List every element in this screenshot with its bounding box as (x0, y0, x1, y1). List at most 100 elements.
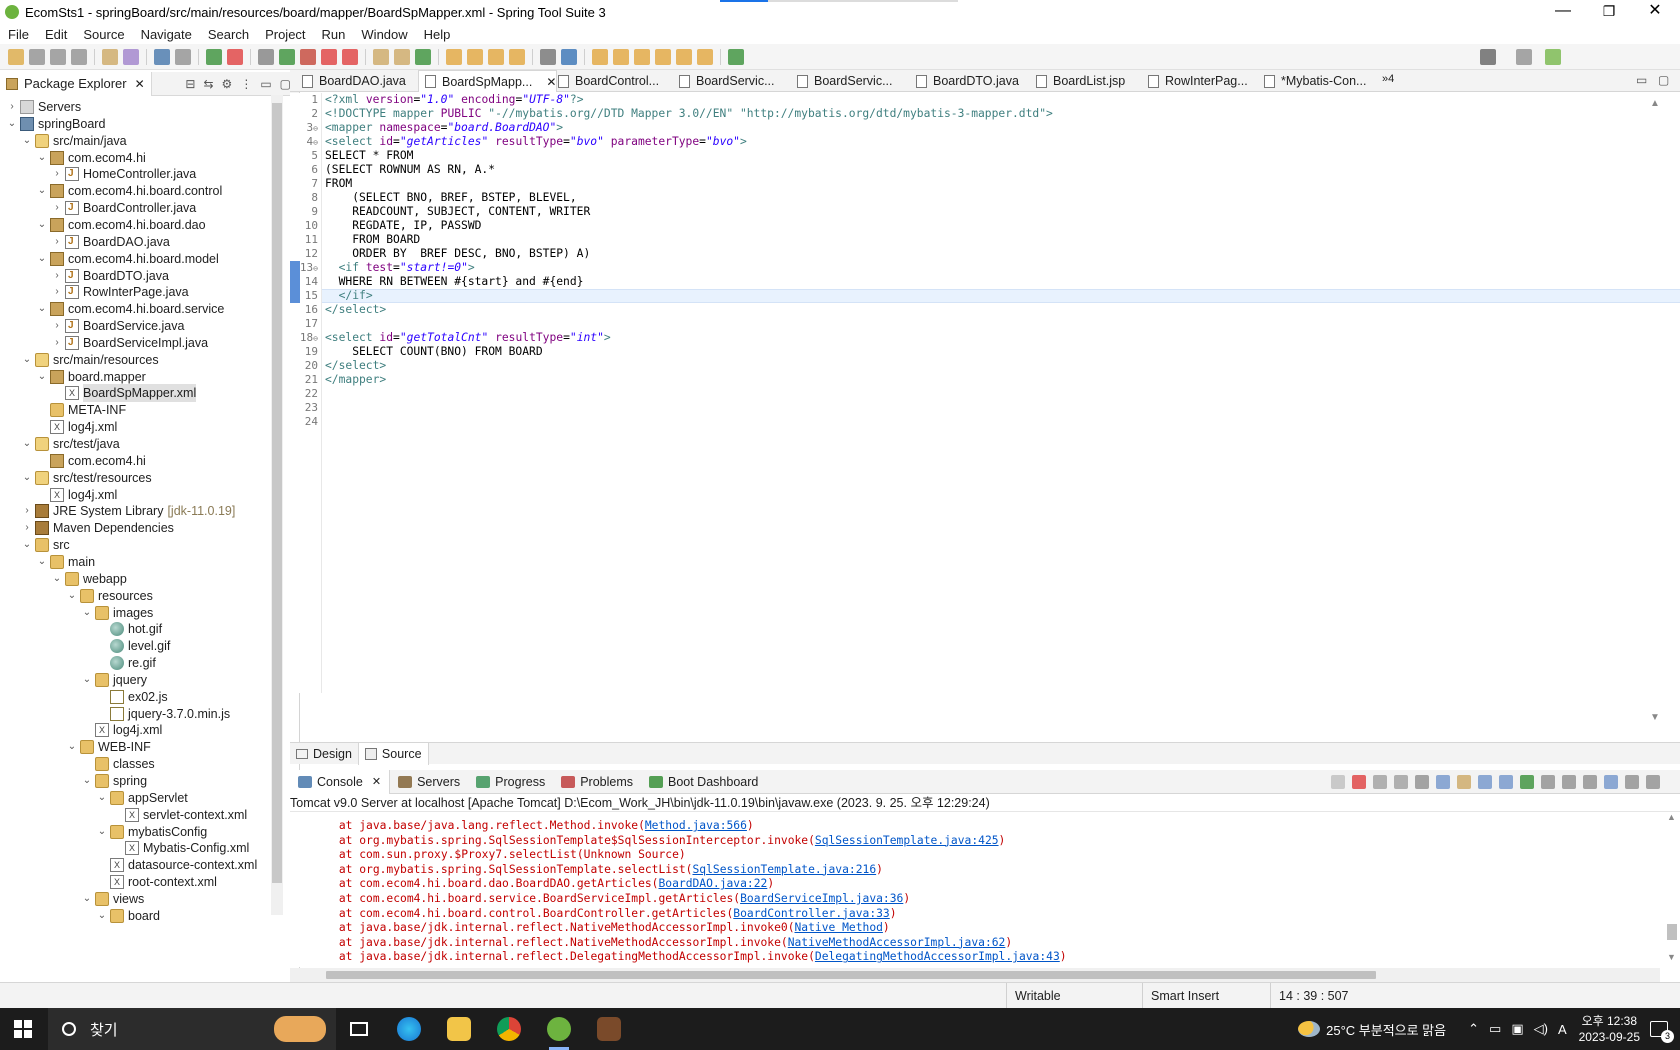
code-line[interactable]: </select> (325, 303, 386, 317)
expanded-chevron-icon[interactable]: ⌄ (96, 789, 108, 807)
tree-item[interactable]: › BoardDAO.java (51, 233, 170, 251)
code-line[interactable]: FROM (325, 177, 352, 191)
tab-source[interactable]: Source (357, 742, 429, 765)
publish-icon[interactable] (342, 48, 358, 65)
remove-launch-icon[interactable] (1373, 775, 1387, 789)
stack-frame-link[interactable]: BoardDAO.java:22 (658, 877, 767, 890)
editor-tab[interactable]: BoardServic... (673, 70, 775, 92)
expanded-chevron-icon[interactable]: ⌄ (36, 182, 48, 200)
tree-item[interactable]: com.ecom4.hi (36, 452, 146, 470)
back-icon[interactable] (655, 48, 671, 65)
print-icon[interactable] (71, 48, 87, 65)
tree-item[interactable]: level.gif (96, 637, 170, 655)
scroll-down-arrow-icon[interactable]: ▼ (1667, 952, 1676, 962)
tree-item[interactable]: log4j.xml (36, 486, 117, 504)
code-line[interactable]: </mapper> (325, 373, 386, 387)
editor-tab[interactable]: BoardList.jsp (1030, 70, 1125, 92)
start-button[interactable] (14, 1020, 32, 1038)
tree-item[interactable]: › BoardDTO.java (51, 267, 169, 285)
menu-item-run[interactable]: Run (314, 27, 354, 42)
minimize-editor-icon[interactable]: ▭ (1636, 73, 1647, 87)
save-icon[interactable] (29, 48, 45, 65)
expanded-chevron-icon[interactable]: ⌄ (81, 772, 93, 790)
collapsed-chevron-icon[interactable]: › (6, 98, 18, 116)
tab-progress[interactable]: Progress (468, 770, 553, 794)
filter-icon[interactable]: ⚙ (222, 77, 233, 91)
globe-icon[interactable] (540, 48, 556, 65)
display-icon[interactable]: ▣ (1511, 1021, 1523, 1037)
code-line[interactable]: <select id="getTotalCnt" resultType="int… (325, 331, 611, 345)
toggle-mark-icon[interactable] (446, 48, 462, 65)
prev-edit-icon[interactable] (613, 48, 629, 65)
tab-design[interactable]: Design (290, 743, 358, 765)
scroll-lock-icon[interactable] (1436, 775, 1450, 789)
view-menu-icon[interactable]: ⋮ (240, 77, 252, 91)
chevron-up-icon[interactable]: ⌃ (1468, 1021, 1479, 1037)
code-line[interactable]: <!DOCTYPE mapper PUBLIC "-//mybatis.org/… (325, 107, 1053, 121)
code-line[interactable]: </if> (325, 289, 373, 303)
editor-tab[interactable]: *Mybatis-Con... (1258, 70, 1366, 92)
code-line[interactable]: WHERE RN BETWEEN #{start} and #{end} (325, 275, 584, 289)
expanded-chevron-icon[interactable]: ⌄ (81, 890, 93, 908)
tree-item[interactable]: ⌄ jquery (81, 671, 147, 689)
run-config-icon[interactable] (300, 48, 316, 65)
expanded-chevron-icon[interactable]: ⌄ (36, 216, 48, 234)
fold-toggle-icon[interactable]: ⊖ (313, 138, 318, 147)
task-view-button[interactable] (336, 1008, 382, 1050)
minimize-view-icon[interactable] (1625, 775, 1639, 789)
xml-editor[interactable]: 1 2 3⊖ 4⊖ 5 6 7 8 9 10 11 12 13⊖ 14 15 16 17 18⊖ 19 20 21 22 2… (290, 93, 1680, 693)
expanded-chevron-icon[interactable]: ⌄ (81, 671, 93, 689)
refresh-icon[interactable] (415, 48, 431, 65)
tree-item[interactable]: › Maven Dependencies (21, 519, 174, 537)
expanded-chevron-icon[interactable]: ⌄ (21, 351, 33, 369)
word-wrap-icon[interactable] (1457, 775, 1471, 789)
tree-item[interactable]: › BoardServiceImpl.java (51, 334, 208, 352)
menu-item-help[interactable]: Help (416, 27, 459, 42)
next-annotation-icon[interactable] (509, 48, 525, 65)
code-line[interactable]: (SELECT ROWNUM AS RN, A.* (325, 163, 495, 177)
collapsed-chevron-icon[interactable]: › (21, 519, 33, 537)
tree-item[interactable]: › Servers (6, 98, 81, 116)
run-boot-icon[interactable] (206, 48, 222, 65)
tree-item[interactable]: ⌄ com.ecom4.hi (36, 149, 146, 167)
console-hscrollbar[interactable] (290, 968, 1660, 982)
collapsed-chevron-icon[interactable]: › (51, 233, 63, 251)
volume-icon[interactable]: ◁) (1534, 1021, 1548, 1037)
tree-item[interactable]: ⌄ mybatisConfig (96, 823, 207, 841)
sts-app[interactable] (536, 1008, 582, 1050)
menu-item-window[interactable]: Window (353, 27, 415, 42)
collapsed-chevron-icon[interactable]: › (51, 199, 63, 217)
restore-button[interactable]: ❐ (1586, 0, 1632, 24)
tree-item[interactable]: ⌄ src/test/resources (21, 469, 152, 487)
tab-package-explorer[interactable]: Package Explorer ✕ (0, 71, 152, 96)
expanded-chevron-icon[interactable]: ⌄ (81, 604, 93, 622)
display-console-icon[interactable] (1541, 775, 1555, 789)
tree-item[interactable]: › JRE System Library [jdk-11.0.19] (21, 502, 235, 520)
open-type-icon[interactable] (154, 48, 170, 65)
collapsed-chevron-icon[interactable]: › (51, 267, 63, 285)
code-line[interactable]: REGDATE, IP, PASSWD (325, 219, 481, 233)
open-perspective-icon[interactable] (1516, 49, 1532, 65)
save-all-icon[interactable] (50, 48, 66, 65)
ime-indicator[interactable]: A (1558, 1022, 1567, 1037)
tree-item[interactable]: ⌄ images (81, 604, 153, 622)
menu-item-navigate[interactable]: Navigate (133, 27, 200, 42)
tree-item[interactable]: ⌄ board (96, 907, 160, 925)
taskbar-search[interactable]: 찾기 (48, 1008, 336, 1050)
tree-item[interactable]: log4j.xml (36, 418, 117, 436)
link-editor-icon[interactable]: ⇆ (203, 77, 213, 91)
next-edit-icon[interactable] (592, 48, 608, 65)
weather-text[interactable]: 25°C 부분적으로 맑음 (1326, 1020, 1446, 1039)
search-icon[interactable] (175, 48, 191, 65)
tab-overflow-button[interactable]: »4 (1382, 73, 1394, 85)
file-explorer-app[interactable] (436, 1008, 482, 1050)
code-line[interactable]: SELECT * FROM (325, 149, 413, 163)
minimize-view-icon[interactable]: ▭ (260, 77, 271, 91)
code-line[interactable]: <mapper namespace="board.BoardDAO"> (325, 121, 563, 135)
expanded-chevron-icon[interactable]: ⌄ (21, 536, 33, 554)
tree-item[interactable]: META-INF (36, 401, 126, 419)
collapse-all-icon[interactable]: ⊟ (185, 77, 195, 91)
tree-item[interactable]: servlet-context.xml (111, 806, 247, 824)
maximize-editor-icon[interactable]: ▢ (1658, 73, 1669, 87)
open-console-icon[interactable] (728, 48, 744, 65)
